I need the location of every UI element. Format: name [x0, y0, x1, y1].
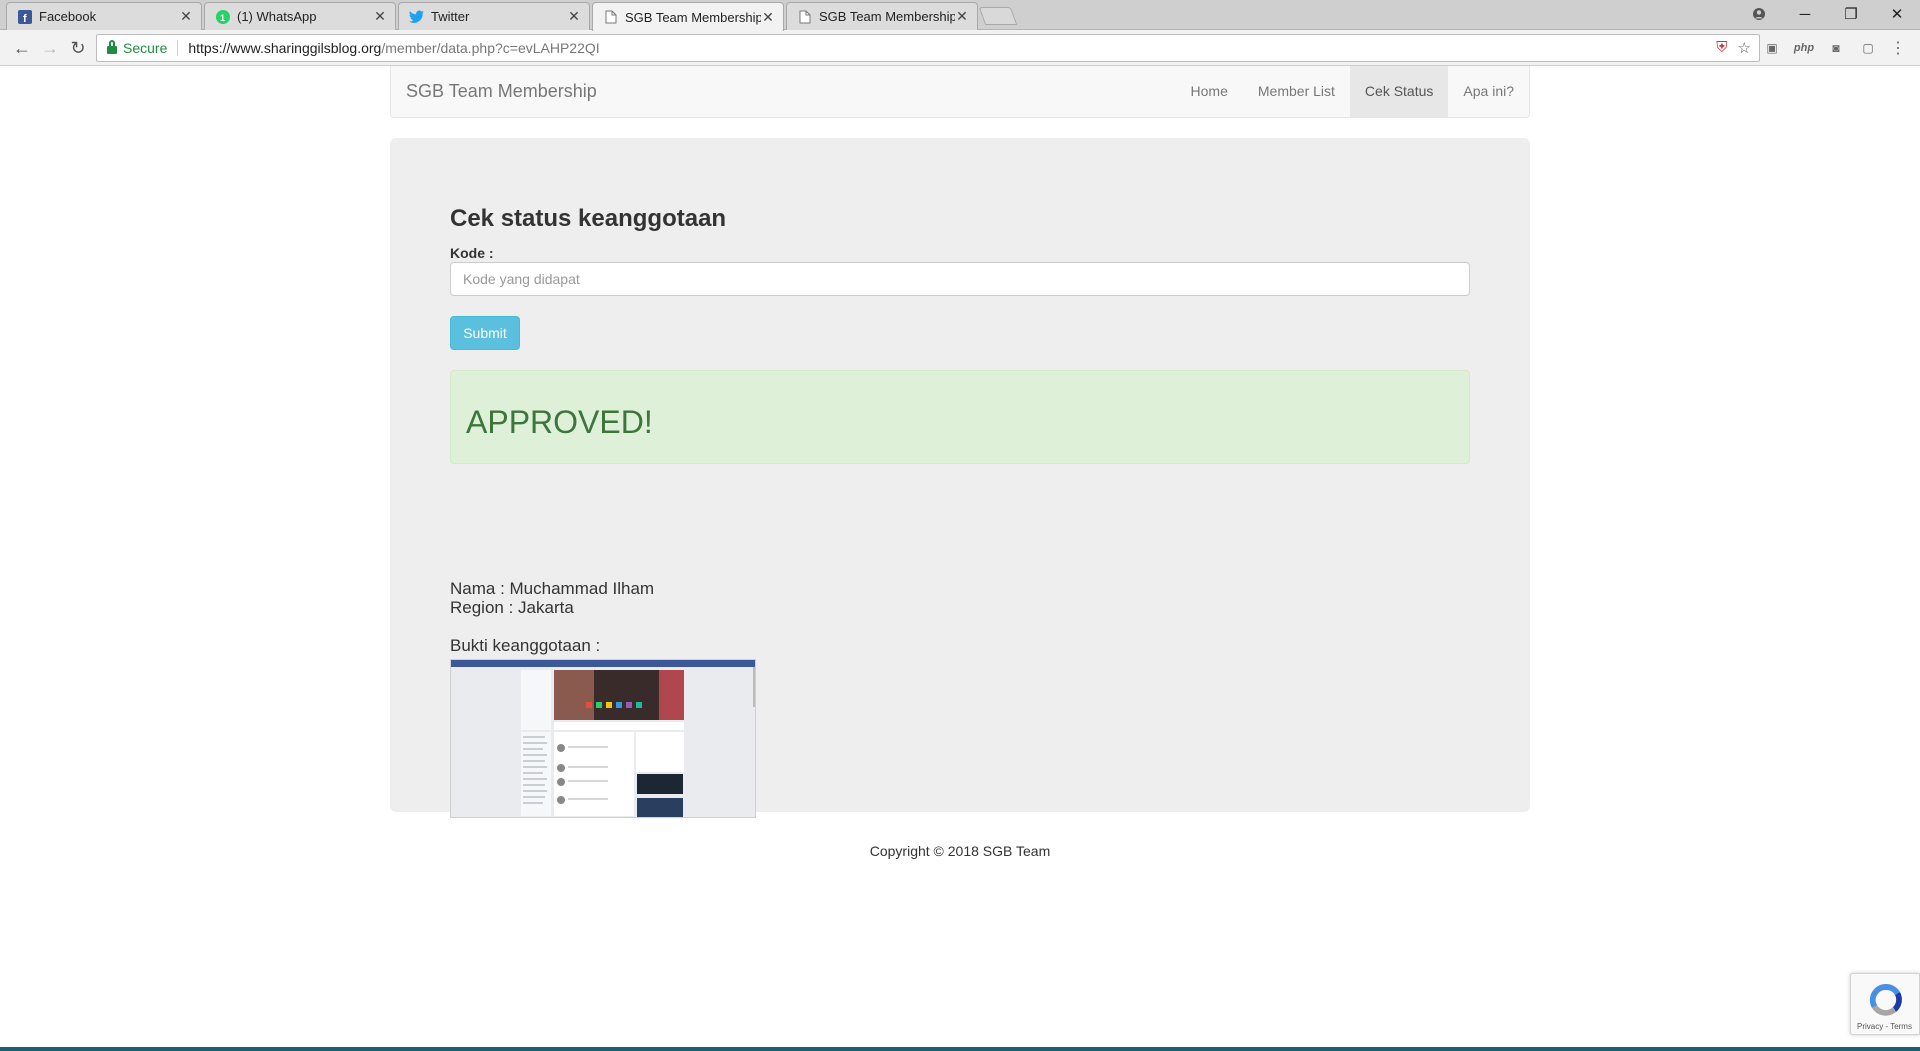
back-arrow-icon[interactable]: ← — [8, 34, 36, 62]
site-brand[interactable]: SGB Team Membership — [406, 81, 597, 102]
member-region: Region : Jakarta — [450, 598, 574, 617]
kode-label: Kode : — [450, 245, 494, 261]
tab-twitter[interactable]: Twitter ✕ — [398, 2, 590, 30]
profile-icon[interactable] — [1736, 0, 1782, 28]
twitter-icon — [409, 9, 425, 25]
site-navbar: SGB Team Membership Home Member List Cek… — [390, 66, 1530, 118]
lock-icon — [107, 40, 117, 54]
tab-sgb-membership-active[interactable]: SGB Team Membership - ✕ — [592, 2, 784, 31]
tab-whatsapp[interactable]: 1 (1) WhatsApp ✕ — [204, 2, 396, 30]
svg-text:f: f — [23, 13, 27, 24]
page-icon — [603, 9, 619, 25]
browser-toolbar: ← → ↻ Secure https://www.sharinggilsblog… — [0, 30, 1920, 66]
close-icon[interactable]: ✕ — [955, 8, 969, 25]
nav-member-list[interactable]: Member List — [1243, 66, 1350, 117]
tab-title: Twitter — [431, 9, 470, 24]
tab-sgb-membership[interactable]: SGB Team Membership - ✕ — [786, 2, 978, 30]
membership-proof-image[interactable] — [450, 659, 756, 818]
close-icon[interactable]: ✕ — [567, 8, 581, 25]
taskbar-edge — [0, 1047, 1920, 1051]
url-host: https://www.sharinggilsblog.org — [188, 40, 382, 56]
extension-icon[interactable]: ▢ — [1856, 36, 1880, 60]
menu-icon[interactable]: ⋮ — [1886, 36, 1910, 60]
status-text: APPROVED! — [466, 404, 653, 440]
member-name: Nama : Muchammad Ilham — [450, 579, 655, 598]
recaptcha-badge[interactable]: Privacy - Terms — [1850, 973, 1920, 1035]
page-icon — [797, 9, 813, 25]
nav-apa-ini[interactable]: Apa ini? — [1448, 66, 1529, 117]
address-bar[interactable]: Secure https://www.sharinggilsblog.org/m… — [96, 34, 1760, 62]
proof-label: Bukti keanggotaan : — [450, 636, 601, 655]
tab-title: SGB Team Membership - — [625, 9, 761, 25]
kode-input[interactable] — [450, 262, 1470, 296]
nav-home[interactable]: Home — [1176, 66, 1243, 117]
close-icon[interactable]: ✕ — [761, 9, 775, 26]
omnibox-actions: ⛨ ☆ — [1716, 39, 1751, 57]
tab-facebook[interactable]: f Facebook ✕ — [6, 2, 202, 30]
close-icon[interactable]: ✕ — [373, 8, 387, 25]
tab-title: SGB Team Membership - — [819, 9, 955, 24]
php-extension-icon[interactable]: php — [1792, 36, 1816, 60]
extension-icon[interactable]: ▣ — [1760, 36, 1784, 60]
submit-button[interactable]: Submit — [450, 316, 520, 350]
camera-icon[interactable]: ◙ — [1824, 36, 1848, 60]
nav-links: Home Member List Cek Status Apa ini? — [1176, 66, 1529, 117]
reload-icon[interactable]: ↻ — [64, 34, 92, 62]
shield-icon[interactable]: ⛨ — [1716, 39, 1727, 57]
recaptcha-links[interactable]: Privacy - Terms — [1857, 1022, 1912, 1031]
nav-cek-status[interactable]: Cek Status — [1349, 66, 1449, 117]
tab-title: (1) WhatsApp — [237, 9, 317, 24]
close-icon[interactable]: ✕ — [179, 8, 193, 25]
browser-tab-strip: f Facebook ✕ 1 (1) WhatsApp ✕ Twitter ✕ … — [0, 0, 1920, 31]
page: SGB Team Membership Home Member List Cek… — [0, 66, 1920, 1051]
omnibox-divider — [177, 40, 179, 56]
window-close-icon[interactable]: ✕ — [1874, 0, 1920, 28]
status-panel: Cek status keanggotaan Kode : Submit APP… — [390, 138, 1530, 818]
whatsapp-icon: 1 — [215, 9, 231, 25]
url-path: /member/data.php?c=evLAHP22QI — [381, 40, 600, 56]
bookmark-star-icon[interactable]: ☆ — [1738, 39, 1751, 57]
minimize-icon[interactable]: ─ — [1782, 0, 1828, 28]
footer-copyright: Copyright © 2018 SGB Team — [869, 843, 1051, 859]
page-title: Cek status keanggotaan — [450, 205, 727, 232]
status-alert: APPROVED! — [450, 370, 1470, 464]
facebook-icon: f — [17, 9, 33, 25]
secure-label: Secure — [123, 40, 168, 56]
new-tab-button[interactable] — [978, 7, 1018, 25]
forward-arrow-icon[interactable]: → — [36, 34, 64, 62]
recaptcha-icon — [1869, 983, 1902, 1016]
restore-icon[interactable]: ❐ — [1828, 0, 1874, 28]
svg-text:1: 1 — [220, 13, 225, 23]
tab-title: Facebook — [39, 9, 97, 24]
